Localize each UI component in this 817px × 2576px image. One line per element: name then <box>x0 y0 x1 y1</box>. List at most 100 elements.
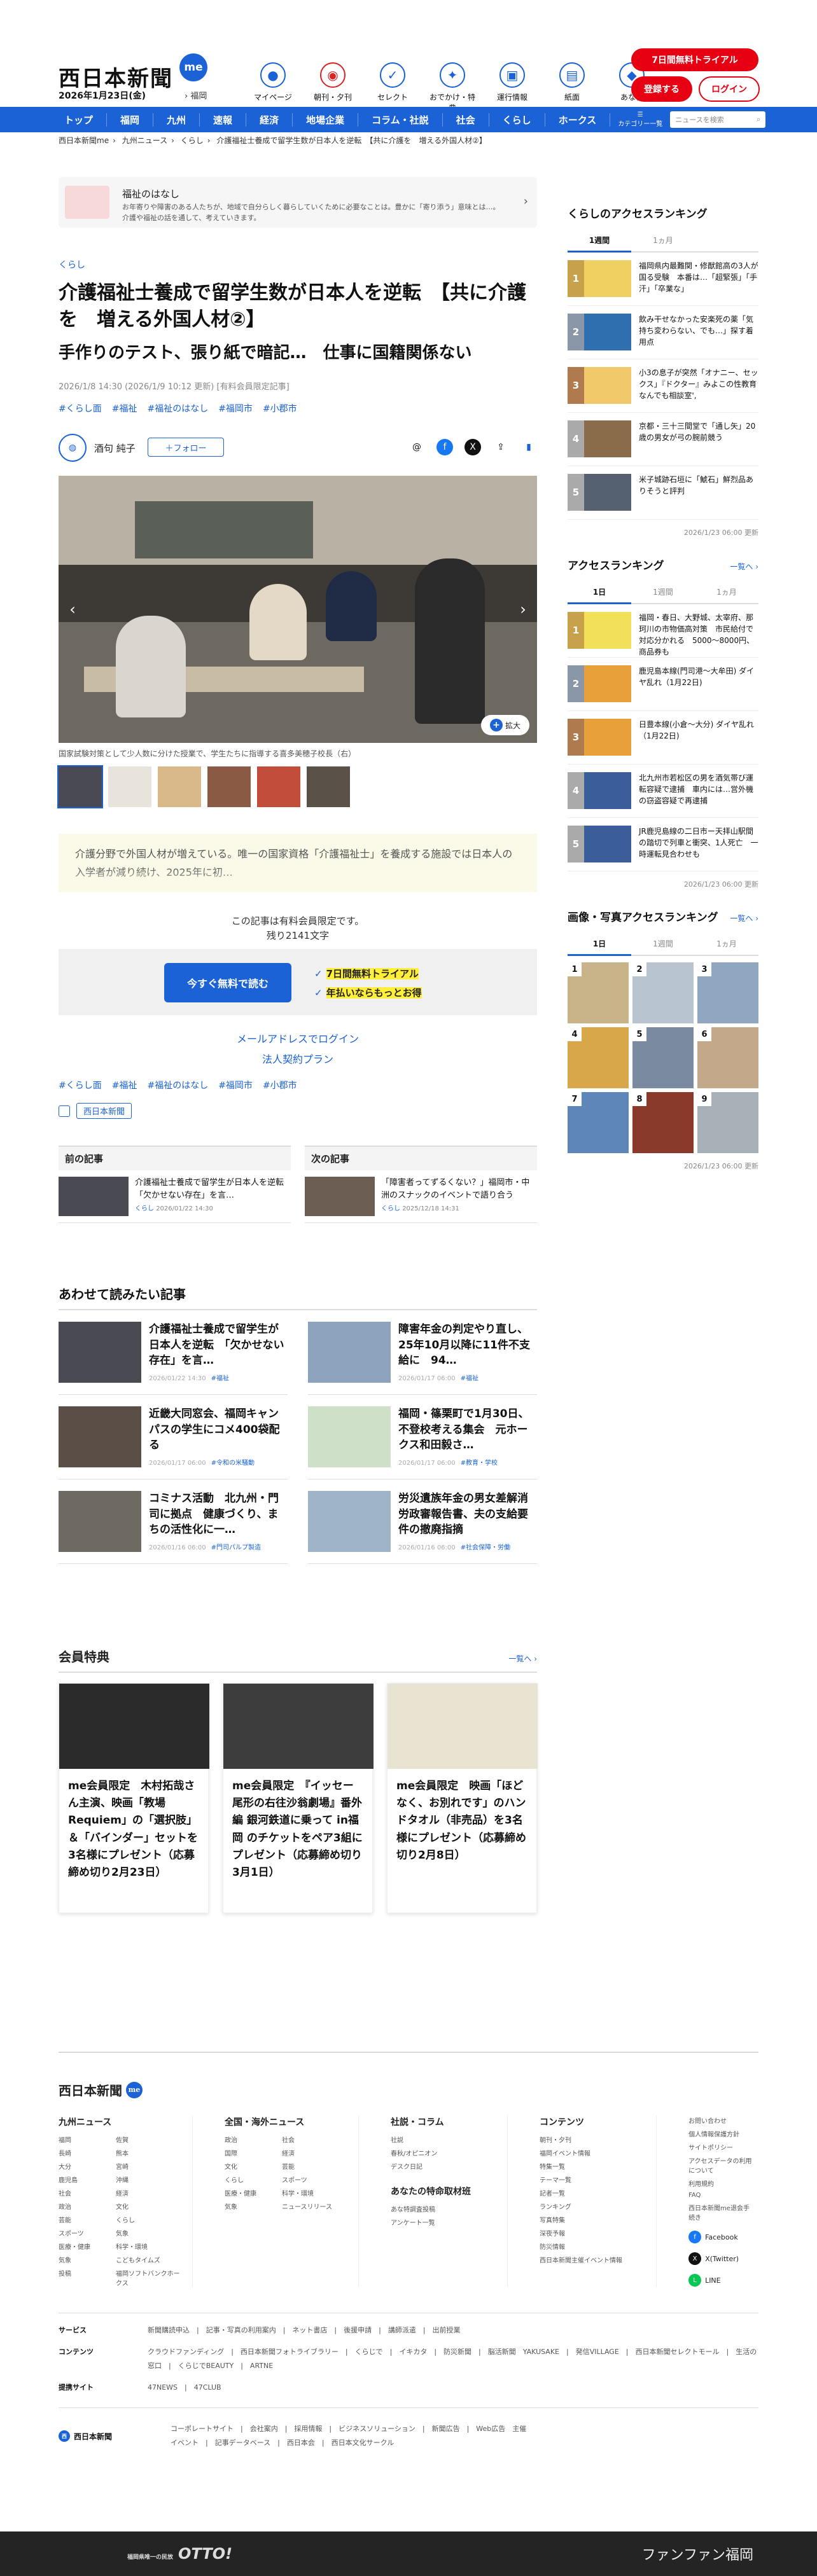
footer-link[interactable]: サイトポリシー <box>688 2142 752 2152</box>
image-ranking-item[interactable]: 9 <box>697 1092 758 1153</box>
nav-item-kyushu[interactable]: 九州 <box>153 113 200 127</box>
footer-link[interactable]: 社会 <box>59 2188 116 2198</box>
footer-link[interactable]: 熊本 <box>116 2148 186 2157</box>
footer-link[interactable]: ニュースリリース <box>282 2201 352 2211</box>
footer-link[interactable]: 朝刊・夕刊 <box>540 2135 650 2144</box>
tab-day[interactable]: 1日 <box>568 581 631 604</box>
tag-link[interactable]: #福岡市 <box>218 1079 253 1091</box>
footer-link[interactable]: 国際 <box>225 2148 282 2157</box>
bottom-ad-banner[interactable]: 福岡県唯一の民放 OTTO! ファンファン福岡 <box>0 2531 817 2576</box>
image-ranking-item[interactable]: 3 <box>697 962 758 1023</box>
search-icon[interactable]: ⌕ <box>757 115 760 124</box>
tag-link[interactable]: #福祉のはなし <box>147 402 208 415</box>
read-free-button[interactable]: 今すぐ無料で読む <box>164 963 291 1002</box>
related-article[interactable]: 近畿大同窓会、福岡キャンパスの学生にコメ400袋配る 2026/01/17 06:… <box>59 1395 288 1479</box>
related-article[interactable]: 介護福祉士養成で留学生が日本人を逆転 「欠かせない存在」を言… 2026/01/2… <box>59 1310 288 1395</box>
facebook-icon[interactable]: f <box>436 439 453 455</box>
footer-link[interactable]: くらし <box>225 2175 282 2184</box>
category-menu-button[interactable]: ☰ カテゴリー一覧 <box>618 111 662 128</box>
footer-link[interactable]: 西日本新聞主催イベント情報 <box>540 2255 650 2264</box>
ranking-item[interactable]: 3 小3の息子が突然「オナニー、セックス」『ドクター』みよこの性教育なんでも相談室… <box>568 359 758 413</box>
footer-link[interactable]: 佐賀 <box>116 2135 186 2144</box>
nav-newspaper[interactable]: ◉ 朝刊・夕刊 <box>308 62 358 113</box>
breadcrumb-item[interactable]: くらし <box>181 136 204 145</box>
nav-item-fukuoka[interactable]: 福岡 <box>107 113 154 127</box>
header-location[interactable]: › 福岡 <box>185 89 207 101</box>
line-link[interactable]: L LINE <box>688 2274 752 2287</box>
footer-link[interactable]: 大分 <box>59 2161 116 2171</box>
footer-link[interactable]: 利用規約 <box>688 2178 752 2188</box>
publisher-label[interactable]: 西日本新聞 <box>76 1103 132 1119</box>
footer-link[interactable]: 医療・健康 <box>59 2241 116 2251</box>
footer-link[interactable]: 投稿 <box>59 2268 116 2287</box>
next-article[interactable]: 次の記事 「障害者ってずるくない？」福岡市・中洲のスナックのイベントで語り合うく… <box>305 1146 537 1223</box>
breadcrumb-item[interactable]: 九州ニュース <box>122 136 167 145</box>
nav-mypage[interactable]: ● マイページ <box>248 62 298 113</box>
photo-thumbnail[interactable] <box>257 766 300 807</box>
nav-paper[interactable]: ▤ 紙面 <box>547 62 597 113</box>
footer-link[interactable]: 文化 <box>225 2161 282 2171</box>
footer-link[interactable]: 写真特集 <box>540 2215 650 2224</box>
ranking-item[interactable]: 2 鹿児島本線(門司港〜大牟田) ダイヤ乱れ（1月22日) <box>568 658 758 711</box>
footer-link[interactable]: 春秋/オピニオン <box>391 2148 501 2157</box>
carousel-next-icon[interactable]: › <box>515 599 531 620</box>
related-article[interactable]: コミナス活動 北九州・門司に拠点 健康づくり、まちの活性化に一… 2026/01/… <box>59 1479 288 1564</box>
zoom-button[interactable]: + 拡大 <box>481 715 529 735</box>
footer-link[interactable]: FAQ <box>688 2192 752 2199</box>
nav-item-column[interactable]: コラム・社説 <box>358 113 443 127</box>
footer-link[interactable]: 福岡 <box>59 2135 116 2144</box>
x-link[interactable]: X X(Twitter) <box>688 2252 752 2265</box>
footer-link[interactable]: 気象 <box>59 2255 116 2264</box>
trial-button[interactable]: 7日間無料トライアル <box>631 48 758 71</box>
footer-link[interactable]: 深夜予報 <box>540 2228 650 2238</box>
footer-link[interactable]: 社会 <box>282 2135 352 2144</box>
corporate-logo[interactable]: 西西日本新聞 <box>59 2422 154 2450</box>
ranking-item[interactable]: 5 米子城跡石垣に「鯱石」鮮烈品ありそうと評判 <box>568 466 758 520</box>
email-login-link[interactable]: メールアドレスでログイン <box>59 1029 537 1049</box>
threads-icon[interactable]: @ <box>408 439 425 455</box>
footer-link[interactable]: 経済 <box>282 2148 352 2157</box>
corporate-links[interactable]: コーポレートサイト | 会社案内 | 採用情報 | ビジネスソリューション | … <box>171 2422 527 2450</box>
bookmark-icon[interactable]: ▮ <box>520 439 537 455</box>
login-button[interactable]: ログイン <box>699 76 760 102</box>
footer-row-partners[interactable]: 提携サイト 47NEWS | 47CLUB <box>59 2381 758 2395</box>
author-name[interactable]: 酒句 純子 <box>94 441 136 455</box>
share-icon[interactable]: ⇪ <box>492 439 509 455</box>
footer-link[interactable]: 防災情報 <box>540 2241 650 2251</box>
author-avatar-icon[interactable]: ◍ <box>59 434 87 462</box>
tag-link[interactable]: #福祉のはなし <box>147 1079 208 1091</box>
image-ranking-item[interactable]: 6 <box>697 1027 758 1088</box>
nav-item-local-business[interactable]: 地場企業 <box>293 113 359 127</box>
footer-link[interactable]: 芸能 <box>282 2161 352 2171</box>
footer-link[interactable]: 気象 <box>225 2201 282 2211</box>
footer-link[interactable]: 福岡ソフトバンクホークス <box>116 2268 186 2287</box>
footer-link[interactable]: テーマ一覧 <box>540 2175 650 2184</box>
footer-link[interactable]: スポーツ <box>59 2228 116 2238</box>
register-button[interactable]: 登録する <box>631 76 692 102</box>
nav-item-top[interactable]: トップ <box>51 113 108 127</box>
footer-link[interactable]: 科学・環境 <box>116 2241 186 2251</box>
image-ranking-item[interactable]: 4 <box>568 1027 629 1088</box>
ranking-item[interactable]: 5 JR鹿児島線の二日市ー天拝山駅間の踏切で列車と衝突、1人死亡 一時運転見合わせ… <box>568 818 758 871</box>
image-ranking-item[interactable]: 2 <box>632 962 694 1023</box>
footer-link[interactable]: 個人情報保護方針 <box>688 2129 752 2138</box>
article-photo[interactable]: ‹ › + 拡大 <box>59 476 537 743</box>
footer-link[interactable]: 政治 <box>59 2201 116 2211</box>
site-logo[interactable]: 西日本新聞 <box>59 61 173 92</box>
nav-item-hawks[interactable]: ホークス <box>545 113 611 127</box>
nav-outing[interactable]: ✦おでかけ・特典 <box>428 62 477 113</box>
footer-link[interactable]: 気象 <box>116 2228 186 2238</box>
tag-link[interactable]: #小郡市 <box>263 402 297 415</box>
benefit-card[interactable]: me会員限定 『イッセー尾形の右往沙翁劇場』番外編 銀河鉄道に乗って in福岡 … <box>223 1683 374 1913</box>
member-benefits-more-link[interactable]: 一覧へ › <box>508 1653 537 1664</box>
nav-item-society[interactable]: 社会 <box>443 113 489 127</box>
tab-month[interactable]: 1ヵ月 <box>695 933 758 955</box>
benefit-card[interactable]: me会員限定 木村拓哉さん主演、映画「教場 Requiem」の「選択肢」＆「バイ… <box>59 1683 209 1913</box>
nav-item-kurashi[interactable]: くらし <box>489 113 545 127</box>
footer-link[interactable]: アクセスデータの利用について <box>688 2156 752 2175</box>
image-ranking-item[interactable]: 5 <box>632 1027 694 1088</box>
tab-month[interactable]: 1ヵ月 <box>695 581 758 603</box>
breadcrumb-item[interactable]: 西日本新聞me <box>59 136 109 145</box>
related-article[interactable]: 障害年金の判定やり直し、25年10月以降に11件不支給に 94… 2026/01/… <box>308 1310 537 1395</box>
footer-link[interactable]: お問い合わせ <box>688 2116 752 2125</box>
